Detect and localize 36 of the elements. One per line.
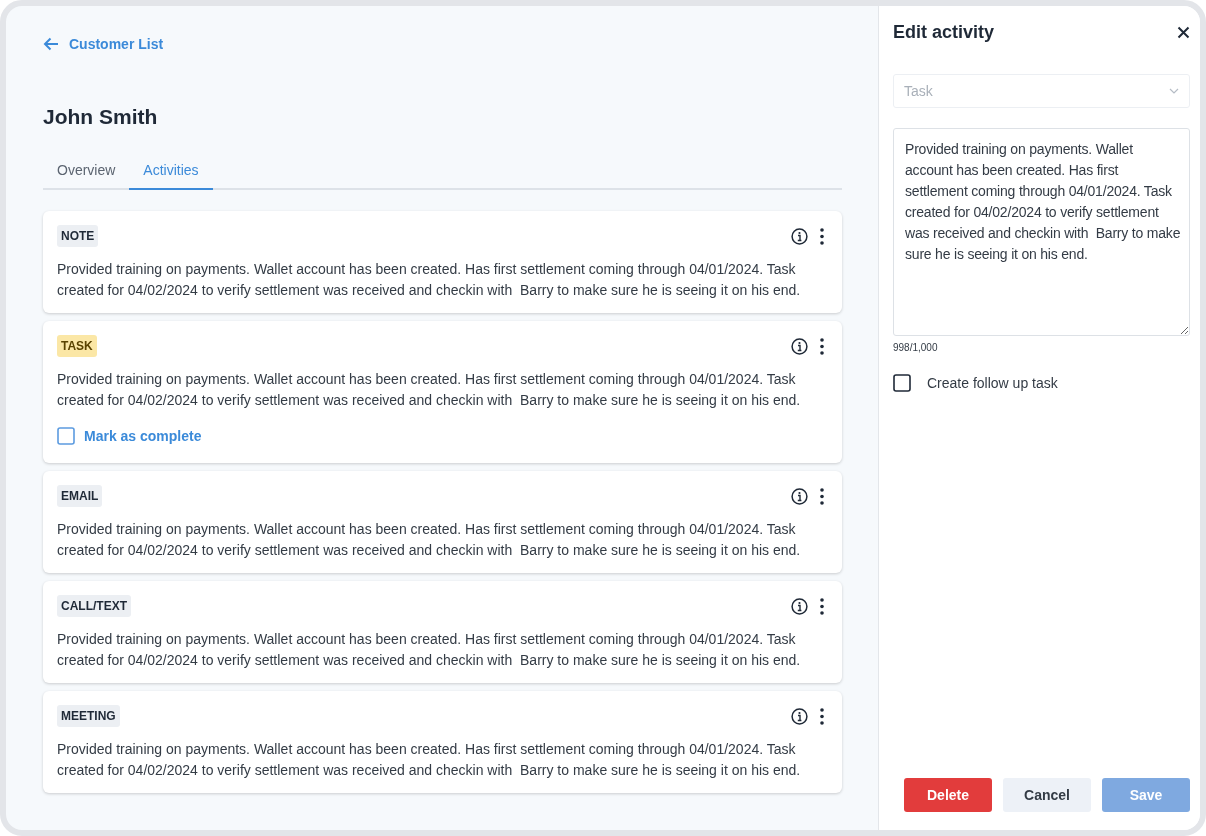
- more-options-icon[interactable]: [820, 227, 824, 245]
- panel-title: Edit activity: [893, 21, 995, 43]
- more-options-icon[interactable]: [820, 597, 824, 615]
- mark-complete-label[interactable]: Mark as complete: [84, 428, 202, 444]
- follow-up-label[interactable]: Create follow up task: [927, 375, 1058, 391]
- activity-type-tag: MEETING: [57, 705, 120, 727]
- activity-description: Provided training on payments. Wallet account has been created. Has first settlement coming through 04/01/2024. Task created for 04/02/2024 to verify settlement was received and checkin with Barry to make sure he is seeing it on his end.: [57, 520, 802, 560]
- activity-description: Provided training on payments. Wallet account has been created. Has first settlement coming through 04/01/2024. Task created for 04/02/2024 to verify settlement was received and checkin with Barry to make sure he is seeing it on his end.: [57, 260, 802, 300]
- info-icon[interactable]: [791, 337, 808, 355]
- tab[interactable]: Activities: [129, 152, 213, 190]
- checkbox[interactable]: [893, 374, 911, 392]
- close-icon[interactable]: [1177, 25, 1190, 39]
- info-icon[interactable]: [791, 597, 808, 615]
- info-icon[interactable]: [791, 487, 808, 505]
- activity-type-tag: CALL/TEXT: [57, 595, 131, 617]
- info-icon[interactable]: [791, 707, 808, 725]
- arrow-left-icon: [43, 37, 59, 51]
- more-options-icon[interactable]: [820, 707, 824, 725]
- more-options-icon[interactable]: [820, 487, 824, 505]
- character-counter: 998/1,000: [893, 342, 939, 353]
- activity-description: Provided training on payments. Wallet account has been created. Has first settlement coming through 04/01/2024. Task created for 04/02/2024 to verify settlement was received and checkin with Barry to make sure he is seeing it on his end.: [57, 740, 802, 780]
- activity-type-tag: EMAIL: [57, 485, 103, 507]
- activity-type-tag: TASK: [57, 335, 97, 357]
- back-link[interactable]: Customer List: [43, 32, 164, 56]
- tab[interactable]: Overview: [43, 152, 130, 190]
- activity-description: Provided training on payments. Wallet account has been created. Has first settlement coming through 04/01/2024. Task created for 04/02/2024 to verify settlement was received and checkin with Barry to make sure he is seeing it on his end.: [57, 370, 802, 410]
- checkbox[interactable]: [57, 427, 75, 445]
- more-options-icon[interactable]: [820, 337, 824, 355]
- cancel-button[interactable]: Cancel: [1003, 778, 1091, 812]
- info-icon[interactable]: [791, 227, 808, 245]
- description-field[interactable]: Provided training on payments. Wallet account has been created. Has first settlement coming through 04/01/2024. Task created for 04/02/2024 to verify settlement was received and checkin with Barry to make sure he is seeing it on his end.: [893, 128, 1190, 336]
- chevron-down-icon: [1169, 88, 1179, 94]
- delete-button[interactable]: Delete: [904, 778, 992, 812]
- activity-description: Provided training on payments. Wallet account has been created. Has first settlement coming through 04/01/2024. Task created for 04/02/2024 to verify settlement was received and checkin with Barry to make sure he is seeing it on his end.: [57, 630, 802, 670]
- activity-type-tag: NOTE: [57, 225, 99, 247]
- customer-name: John Smith: [43, 105, 159, 130]
